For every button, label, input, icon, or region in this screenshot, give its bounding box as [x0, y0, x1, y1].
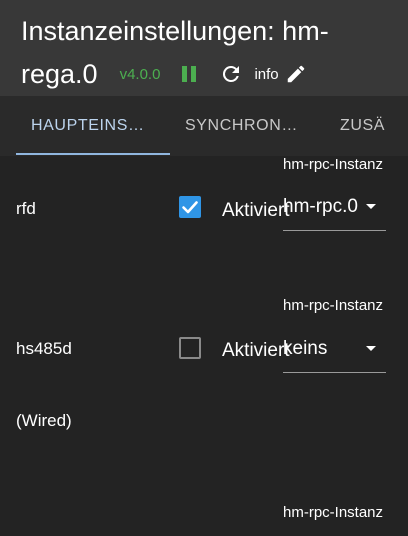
version-label: v4.0.0	[119, 65, 161, 83]
hs485d-enabled-checkbox[interactable]	[179, 337, 201, 359]
hs485d-instance-caption: hm-rpc-Instanz	[283, 297, 384, 314]
title-row: rega.0 v4.0.0 info	[21, 56, 309, 92]
instance-settings-dialog: Instanzeinstellungen: hm- rega.0 v4.0.0 …	[0, 0, 408, 536]
tab-bar: HAUPTEINS… SYNCHRON… ZUSÄ	[0, 96, 408, 156]
rfd-instance-caption: hm-rpc-Instanz	[283, 156, 384, 173]
pencil-icon	[287, 65, 304, 83]
rfd-label: rfd	[16, 199, 36, 218]
hs485d-instance-select[interactable]: keins	[283, 338, 386, 373]
rfd-instance-value: hm-rpc.0	[283, 196, 358, 217]
chevron-down-icon	[366, 204, 376, 209]
reload-icon	[223, 65, 240, 82]
dialog-header: Instanzeinstellungen: hm- rega.0 v4.0.0 …	[0, 0, 408, 96]
active-tab-indicator	[16, 153, 170, 155]
pause-icon	[182, 66, 197, 82]
rfd-enabled-label: Aktiviert	[222, 200, 290, 221]
chevron-down-icon	[366, 346, 376, 351]
tab-main-settings[interactable]: HAUPTEINS…	[31, 96, 145, 156]
rfd-instance-select[interactable]: hm-rpc.0	[283, 196, 386, 231]
hs485d-label: hs485d	[16, 339, 72, 358]
reload-button[interactable]	[218, 61, 244, 87]
wired-label: (Wired)	[16, 411, 72, 430]
pause-button[interactable]	[176, 61, 202, 87]
dialog-title: Instanzeinstellungen: hm-	[21, 16, 329, 46]
edit-button[interactable]	[283, 61, 309, 87]
settings-content: rfd Aktiviert hm-rpc-Instanz hm-rpc.0 hs…	[0, 156, 408, 536]
info-link[interactable]: info	[254, 66, 278, 83]
hs485d-instance-value: keins	[283, 338, 328, 359]
tab-additional[interactable]: ZUSÄ	[340, 96, 385, 156]
check-icon	[182, 201, 198, 214]
instance-name: rega.0	[21, 58, 98, 89]
hs485d-enabled-label: Aktiviert	[222, 340, 290, 361]
wired-instance-caption: hm-rpc-Instanz	[283, 504, 384, 521]
tab-synchronization[interactable]: SYNCHRON…	[185, 96, 298, 156]
rfd-enabled-checkbox[interactable]	[179, 196, 201, 218]
